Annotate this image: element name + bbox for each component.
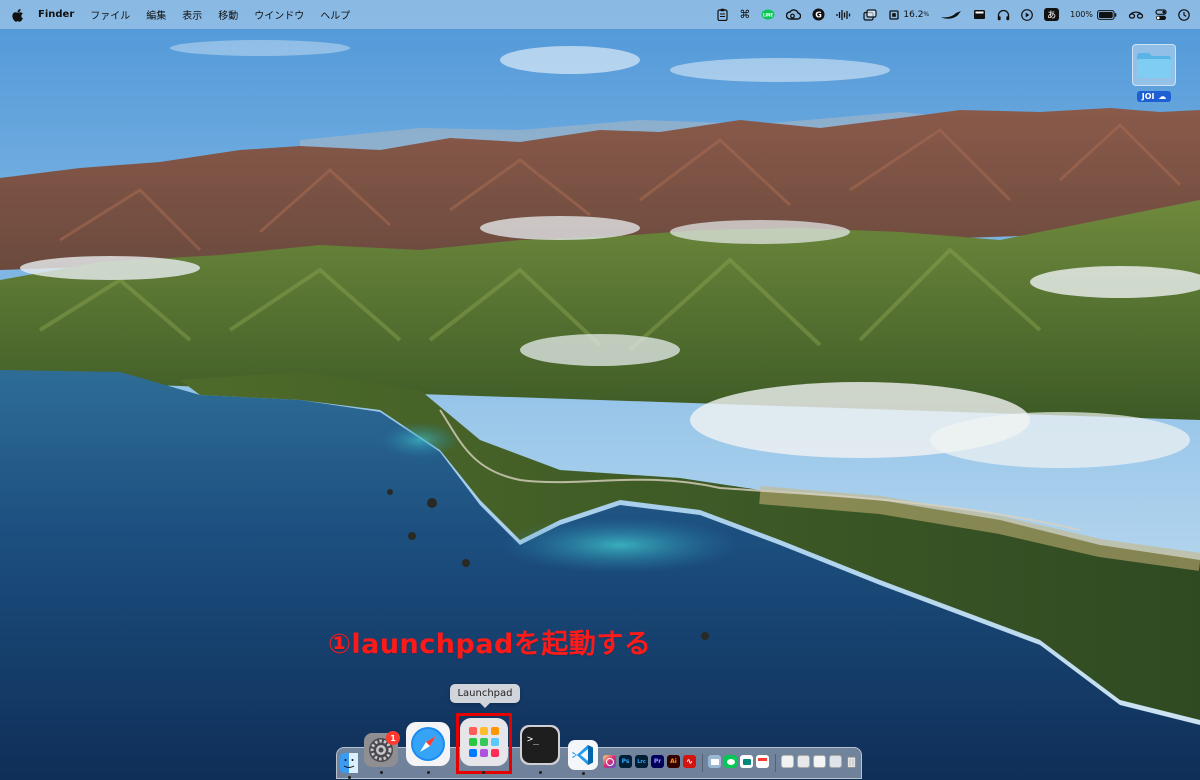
display-icon[interactable]	[973, 7, 986, 23]
instruction-annotation: ①launchpadを起動する	[328, 629, 652, 660]
running-indicator	[582, 772, 585, 775]
svg-text:>_: >_	[527, 734, 540, 745]
terminal-icon: >_	[520, 725, 560, 765]
running-indicator	[482, 771, 485, 774]
audio-wave-icon[interactable]	[836, 7, 852, 23]
creative-cloud-icon[interactable]	[786, 7, 802, 23]
cpu-stats-icon[interactable]: 16.2%	[888, 7, 929, 23]
running-indicator	[348, 776, 351, 779]
input-method-icon[interactable]: あ	[1044, 7, 1060, 23]
command-icon[interactable]: ⌘	[739, 7, 750, 23]
dock-minimized-window-3[interactable]	[829, 755, 842, 768]
dock-terminal[interactable]: >_	[520, 725, 560, 765]
clipboard-icon[interactable]	[717, 7, 728, 23]
dock-lightroom-classic[interactable]: Lrc	[635, 755, 648, 768]
instagram-icon	[605, 757, 614, 766]
clock-icon[interactable]	[1178, 7, 1190, 23]
dock-minimized-window-1[interactable]	[797, 755, 810, 768]
headphones-icon[interactable]	[997, 7, 1010, 23]
dock-tooltip: Launchpad	[450, 684, 520, 708]
calendar-icon	[758, 757, 767, 761]
svg-text:G: G	[816, 10, 823, 19]
grammarly-icon[interactable]: G	[812, 7, 825, 23]
menu-window[interactable]: ウインドウ	[246, 0, 312, 29]
line-icon[interactable]: LINE	[761, 7, 775, 23]
folder-label: JOI ☁	[1136, 91, 1172, 102]
cpu-unit: %	[923, 11, 930, 18]
control-center-icon[interactable]	[1155, 7, 1167, 23]
menu-extras: ⌘ LINE G 16.2% あ 100%	[717, 0, 1190, 29]
illustrator-label: Ai	[670, 758, 677, 765]
dock-premiere[interactable]: Pr	[651, 755, 664, 768]
dock-divider	[702, 754, 703, 772]
premiere-label: Pr	[653, 758, 662, 765]
vscode-icon	[568, 740, 598, 770]
menu-bar: Finder ファイル 編集 表示 移動 ウインドウ ヘルプ ⌘ LINE G …	[0, 0, 1200, 29]
dock-minimized-window-2[interactable]	[813, 755, 826, 768]
wifi-icon[interactable]	[1128, 7, 1144, 23]
menu-go[interactable]: 移動	[210, 0, 246, 29]
menu-finder[interactable]: Finder	[30, 0, 82, 29]
dock-vscode[interactable]	[568, 740, 598, 770]
photoshop-label: Ps	[621, 758, 630, 765]
lightroom-label: Lrc	[637, 758, 646, 765]
dock-instagram[interactable]	[603, 755, 616, 768]
running-indicator	[380, 771, 383, 774]
meet-icon	[742, 758, 751, 765]
icloud-icon: ☁	[1158, 92, 1167, 101]
screens-icon[interactable]	[863, 7, 877, 23]
dock-finder[interactable]	[340, 753, 358, 773]
folder-icon	[1132, 44, 1176, 86]
dock-line[interactable]	[724, 755, 737, 768]
dock-recent-document[interactable]	[781, 755, 794, 768]
dock-safari[interactable]	[406, 722, 450, 766]
launchpad-highlight-box	[456, 713, 512, 774]
menu-view[interactable]: 表示	[174, 0, 210, 29]
input-method-label: あ	[1044, 8, 1060, 21]
notification-badge: 1	[386, 731, 400, 745]
dock-illustrator[interactable]: Ai	[667, 755, 680, 768]
dock-preview[interactable]	[708, 755, 721, 768]
swift-icon[interactable]	[940, 7, 962, 23]
running-indicator	[539, 771, 542, 774]
running-indicator	[427, 771, 430, 774]
cpu-value: 16.2	[903, 9, 924, 20]
apple-icon[interactable]	[12, 8, 26, 22]
dock-calendar[interactable]	[756, 755, 769, 768]
svg-text:LINE: LINE	[763, 12, 773, 17]
menu-help[interactable]: ヘルプ	[312, 0, 358, 29]
battery-percent: 100%	[1070, 10, 1093, 19]
preview-icon	[710, 758, 719, 765]
dock-photoshop[interactable]: Ps	[619, 755, 632, 768]
play-icon[interactable]	[1021, 7, 1034, 23]
menu-edit[interactable]: 編集	[138, 0, 174, 29]
acrobat-icon: ∿	[686, 757, 693, 766]
big-sur-landscape	[0, 0, 1200, 780]
dock-trash[interactable]	[845, 755, 858, 768]
dock-google-meet[interactable]	[740, 755, 753, 768]
battery-icon[interactable]: 100%	[1070, 7, 1117, 23]
folder-label-text: JOI	[1141, 92, 1155, 101]
safari-compass-icon	[406, 722, 450, 766]
dock-divider	[775, 754, 776, 772]
finder-icon	[340, 753, 358, 773]
menu-file[interactable]: ファイル	[82, 0, 138, 29]
dock-acrobat[interactable]: ∿	[683, 755, 696, 768]
line-app-icon	[726, 758, 735, 765]
menu-left: Finder ファイル 編集 表示 移動 ウインドウ ヘルプ	[12, 0, 358, 29]
desktop-folder-joi[interactable]: JOI ☁	[1130, 44, 1178, 102]
trash-icon	[846, 756, 857, 768]
desktop-wallpaper	[0, 0, 1200, 780]
